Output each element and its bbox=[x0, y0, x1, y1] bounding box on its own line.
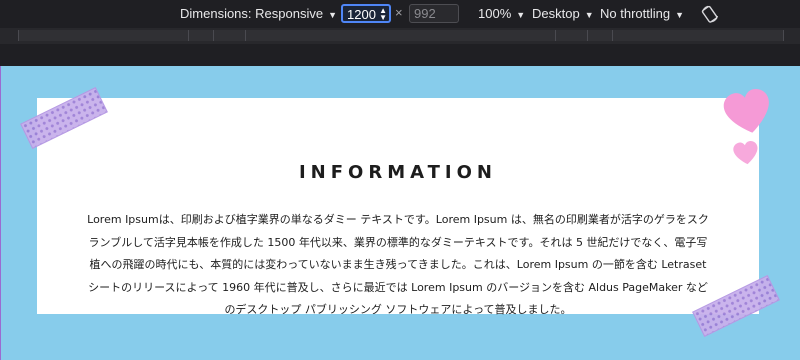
zoom-dropdown[interactable]: 100% ▼ bbox=[478, 6, 525, 21]
page-viewport: INFORMATION Lorem Ipsumは、印刷および植字業界の単なるダミ… bbox=[0, 66, 800, 360]
heart-icon bbox=[723, 89, 769, 133]
chevron-down-icon: ▼ bbox=[328, 10, 337, 20]
ruler-gap bbox=[0, 44, 800, 66]
times-symbol: × bbox=[395, 5, 403, 20]
device-dropdown[interactable]: Desktop ▼ bbox=[532, 6, 594, 21]
ruler-segment[interactable] bbox=[245, 30, 557, 41]
width-input[interactable]: 1200 ▲ ▼ bbox=[341, 4, 391, 23]
rotate-icon[interactable] bbox=[700, 4, 720, 24]
zoom-label: 100% bbox=[478, 6, 512, 21]
chevron-down-icon: ▼ bbox=[675, 10, 685, 20]
viewport-edge bbox=[0, 66, 1, 360]
ruler-segment[interactable] bbox=[555, 30, 589, 41]
information-card: INFORMATION Lorem Ipsumは、印刷および植字業界の単なるダミ… bbox=[37, 98, 759, 316]
throttling-label: No throttling bbox=[600, 6, 671, 21]
height-input[interactable]: 992 bbox=[409, 4, 459, 23]
stepper-icon[interactable]: ▲ ▼ bbox=[379, 7, 387, 22]
media-query-ruler bbox=[0, 28, 800, 44]
dimensions-label: Dimensions: Responsive bbox=[180, 6, 324, 21]
throttling-dropdown[interactable]: No throttling ▼ bbox=[600, 6, 684, 21]
device-label: Desktop bbox=[532, 6, 580, 21]
ruler-segment[interactable] bbox=[213, 30, 247, 41]
height-placeholder: 992 bbox=[414, 6, 436, 21]
chevron-down-icon: ▼ bbox=[584, 10, 594, 20]
dimensions-dropdown[interactable]: Dimensions: Responsive ▼ bbox=[180, 6, 337, 21]
body-paragraph: Lorem Ipsumは、印刷および植字業界の単なるダミー テキストです。Lor… bbox=[87, 213, 709, 316]
page-title: INFORMATION bbox=[298, 162, 497, 183]
ruler-segment[interactable] bbox=[612, 30, 784, 41]
ruler-segment[interactable] bbox=[587, 30, 614, 41]
device-toolbar: Dimensions: Responsive ▼ 1200 ▲ ▼ × 992 10… bbox=[0, 0, 800, 28]
width-value: 1200 bbox=[347, 7, 376, 22]
heart-icon bbox=[733, 141, 758, 165]
chevron-down-icon: ▼ bbox=[516, 10, 526, 20]
ruler-segment[interactable] bbox=[188, 30, 215, 41]
ruler-segment[interactable] bbox=[18, 30, 190, 41]
